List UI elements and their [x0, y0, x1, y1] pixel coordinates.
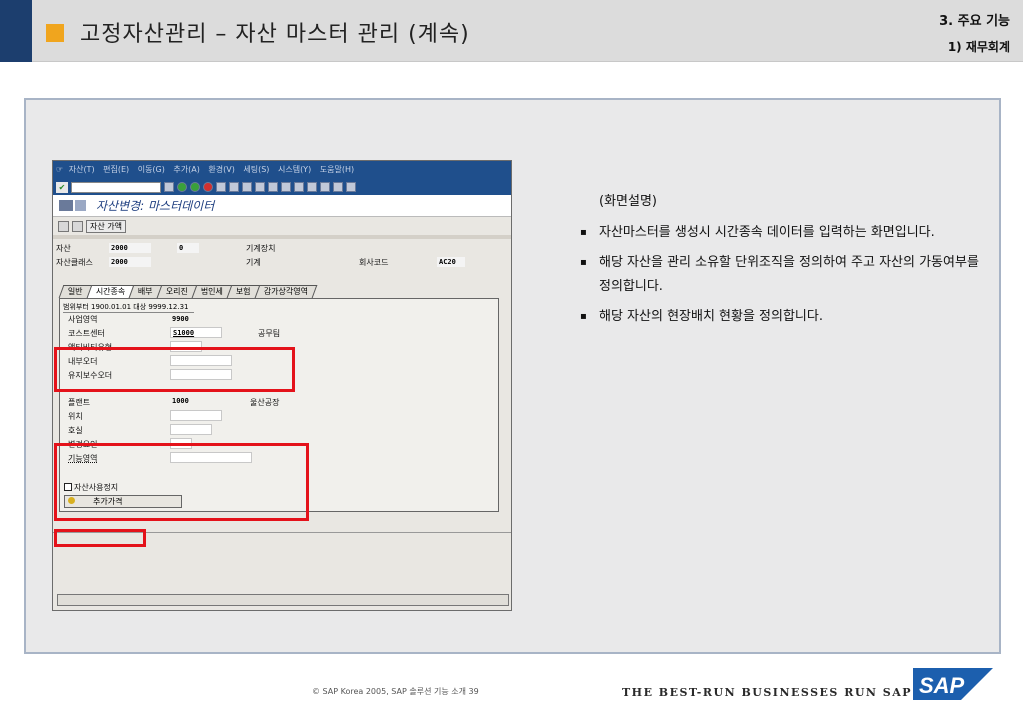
asset-values-button[interactable]: 자산 가액	[86, 219, 126, 233]
business-area-input[interactable]: 9900	[170, 314, 200, 325]
highlight-box-location	[54, 443, 309, 521]
room-input[interactable]	[170, 424, 212, 435]
tabstrip: 일반 시간종속 배부 오리진 법인세 보험 감가상각영역	[58, 285, 318, 298]
save-icon[interactable]	[164, 182, 174, 192]
sap-logo-text: SAP	[919, 673, 965, 698]
asset-class-description: 기계	[246, 258, 261, 267]
plant-label: 플랜트	[68, 398, 91, 407]
menu-item-edit[interactable]: 편집(E)	[103, 165, 129, 174]
company-code-label: 회사코드	[359, 258, 389, 267]
asset-description: 기계장치	[246, 244, 276, 253]
screen-icon[interactable]	[75, 200, 86, 211]
section-label: 3. 주요 기능	[939, 14, 1010, 29]
sap-logo: SAP	[913, 668, 993, 700]
asset-label: 자산	[56, 244, 71, 253]
explanation-intro: (화면설명)	[599, 194, 657, 209]
slide-header: 고정자산관리 – 자산 마스터 관리 (계속) 3. 주요 기능 1) 재무회계	[0, 0, 1023, 62]
subsection-label: 1) 재무회계	[947, 40, 1010, 54]
plant-input[interactable]: 1000	[170, 396, 200, 407]
menu-item-asset[interactable]: 자산(T)	[69, 165, 95, 174]
sap-screen-title: 자산변경: 마스터데이터	[96, 199, 215, 213]
new-session-icon[interactable]	[307, 182, 317, 192]
menu-item-system[interactable]: 시스템(Y)	[278, 165, 311, 174]
asset-class-label: 자산클래스	[56, 258, 93, 267]
print-icon[interactable]	[216, 182, 226, 192]
help-icon[interactable]	[333, 182, 343, 192]
display-change-icon[interactable]	[59, 200, 73, 211]
footer-copyright: © SAP Korea 2005, SAP 솔루션 기능 소개 39	[312, 687, 479, 696]
sap-standard-toolbar: ✔	[53, 179, 511, 195]
explanation-list: 자산마스터를 생성시 시간종속 데이터를 입력하는 화면입니다. 해당 자산을 …	[578, 221, 988, 329]
back-icon[interactable]	[177, 182, 187, 192]
explanation-bullet: 해당 자산을 관리 소유할 단위조직을 정의하여 주고 자산의 가동여부를 정의…	[578, 251, 988, 299]
find-next-icon[interactable]	[242, 182, 252, 192]
explanation-bullet: 자산마스터를 생성시 시간종속 데이터를 입력하는 화면입니다.	[578, 221, 988, 245]
explanation-panel: (화면설명) 자산마스터를 생성시 시간종속 데이터를 입력하는 화면입니다. …	[578, 190, 988, 335]
asset-class-value: 2000	[109, 257, 151, 267]
menu-item-environment[interactable]: 환경(V)	[208, 165, 234, 174]
menu-item-help[interactable]: 도움말(H)	[320, 165, 354, 174]
menu-item-goto[interactable]: 이동(G)	[138, 165, 165, 174]
command-field[interactable]	[71, 181, 161, 193]
menu-item-extras[interactable]: 추가(A)	[173, 165, 199, 174]
previous-page-icon[interactable]	[268, 182, 278, 192]
plant-description: 울산공장	[250, 398, 280, 407]
business-area-label: 사업영역	[68, 315, 98, 324]
next-page-icon[interactable]	[281, 182, 291, 192]
cost-center-input[interactable]: S1000	[170, 327, 222, 338]
sap-window-icon: ☞	[56, 165, 64, 174]
asset-number-value: 2000	[109, 243, 151, 253]
location-label: 위치	[68, 412, 83, 421]
sap-application-toolbar: 자산 가액	[53, 217, 511, 235]
highlight-box-small	[54, 529, 146, 547]
find-icon[interactable]	[229, 182, 239, 192]
exit-icon[interactable]	[190, 182, 200, 192]
cancel-icon[interactable]	[203, 182, 213, 192]
layout-menu-icon[interactable]	[346, 182, 356, 192]
cost-center-description: 공무팀	[258, 329, 281, 338]
room-label: 호실	[68, 426, 83, 435]
enter-check-icon[interactable]: ✔	[56, 181, 68, 193]
shortcut-icon[interactable]	[320, 182, 330, 192]
location-input[interactable]	[170, 410, 222, 421]
sap-menubar: ☞ 자산(T) 편집(E) 이동(G) 추가(A) 환경(V) 세팅(S) 시스…	[53, 161, 511, 179]
company-code-value: AC20	[437, 257, 465, 267]
last-page-icon[interactable]	[294, 182, 304, 192]
sap-status-bar	[57, 594, 509, 606]
footer-slogan: THE BEST-RUN BUSINESSES RUN SAP	[622, 686, 913, 699]
tab-depreciation-areas[interactable]: 감가상각영역	[254, 285, 318, 298]
other-asset-icon[interactable]	[58, 220, 69, 232]
tab-time-dependent[interactable]: 시간종속	[86, 285, 135, 298]
cost-center-label: 코스트센터	[68, 329, 105, 338]
asset-subnumber-value: 0	[177, 243, 199, 253]
slide-title: 고정자산관리 – 자산 마스터 관리 (계속)	[80, 22, 470, 47]
header-navy-bar	[0, 0, 32, 62]
sap-titlebar: 자산변경: 마스터데이터	[53, 195, 511, 217]
sap-body: 자산 2000 0 기계장치 자산클래스 2000 기계 회사코드 AC20 일…	[53, 239, 511, 610]
menu-item-settings[interactable]: 세팅(S)	[243, 165, 269, 174]
highlight-box-orgunits	[54, 347, 295, 392]
explanation-bullet: 해당 자산의 현장배치 현황을 정의합니다.	[578, 305, 988, 329]
date-range: 범위부터 1900.01.01 대상 9999.12.31	[63, 302, 195, 313]
asset-overview-icon[interactable]	[72, 220, 83, 232]
header-orange-square	[46, 24, 64, 42]
first-page-icon[interactable]	[255, 182, 265, 192]
